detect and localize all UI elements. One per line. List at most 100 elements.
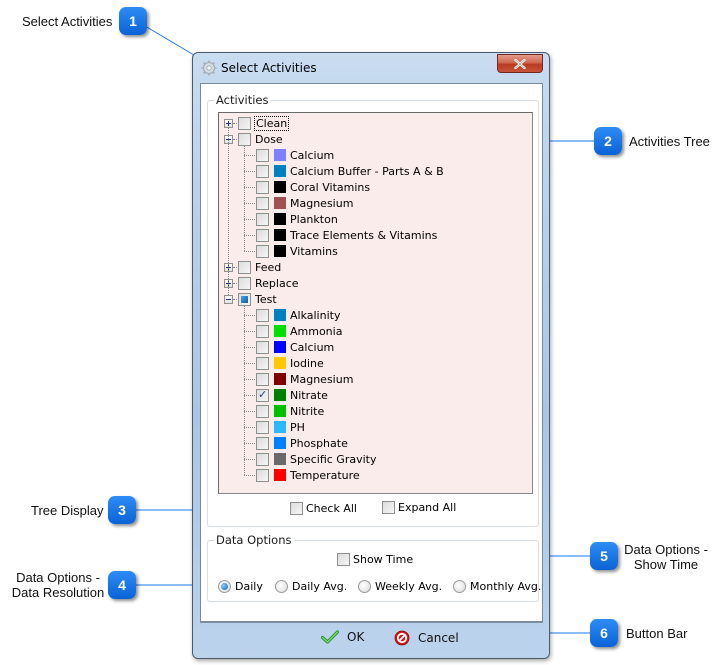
tree-connector bbox=[244, 442, 255, 444]
tree-leaf-checkbox[interactable] bbox=[256, 324, 269, 338]
tree-leaf-magnesium[interactable]: Magnesium bbox=[244, 195, 353, 211]
ok-button[interactable]: OK bbox=[321, 630, 364, 644]
tree-connector bbox=[228, 127, 229, 295]
tree-leaf-checkbox[interactable] bbox=[256, 420, 269, 434]
tree-leaf-checkbox[interactable] bbox=[256, 196, 269, 210]
tree-connector bbox=[244, 394, 255, 396]
close-button[interactable] bbox=[497, 54, 543, 73]
tree-leaf-checkbox[interactable] bbox=[256, 180, 269, 194]
radio-monthly-avg[interactable]: Monthly Avg. bbox=[453, 580, 541, 593]
tree-leaf-alkalinity[interactable]: Alkalinity bbox=[244, 307, 340, 323]
expand-all-checkbox[interactable]: Expand All bbox=[382, 501, 456, 514]
tree-leaf-plankton[interactable]: Plankton bbox=[244, 211, 338, 227]
radio-weekly-avg[interactable]: Weekly Avg. bbox=[358, 580, 442, 593]
activities-group-title: Activities bbox=[214, 93, 271, 107]
tree-leaf-checkbox[interactable] bbox=[256, 228, 269, 242]
tree-leaf-checkbox[interactable] bbox=[256, 372, 269, 386]
tree-node-test[interactable]: Test bbox=[224, 291, 277, 307]
tree-leaf-label: Calcium bbox=[290, 340, 335, 354]
tree-leaf-calcium[interactable]: Calcium bbox=[244, 339, 334, 355]
tree-connector bbox=[233, 122, 237, 124]
tree-connector bbox=[244, 426, 255, 428]
tree-node-checkbox[interactable] bbox=[238, 116, 251, 130]
tree-leaf-trace-elements-vitamins[interactable]: Trace Elements & Vitamins bbox=[244, 227, 437, 243]
tree-leaf-temperature[interactable]: Temperature bbox=[244, 467, 360, 483]
tree-node-replace[interactable]: Replace bbox=[224, 275, 299, 291]
tree-leaf-specific-gravity[interactable]: Specific Gravity bbox=[244, 451, 377, 467]
tree-leaf-phosphate[interactable]: Phosphate bbox=[244, 435, 348, 451]
title-bar[interactable]: Select Activities bbox=[193, 53, 549, 83]
show-time-box[interactable] bbox=[337, 553, 350, 566]
tree-connector bbox=[233, 282, 237, 284]
tree-leaf-calcium[interactable]: Calcium bbox=[244, 147, 334, 163]
select-activities-dialog: Select Activities Activities Clean Dose Ca… bbox=[192, 52, 550, 659]
radio-daily-avg-button[interactable] bbox=[275, 580, 288, 593]
tree-leaf-magnesium[interactable]: Magnesium bbox=[244, 371, 353, 387]
tree-node-feed[interactable]: Feed bbox=[224, 259, 281, 275]
tree-connector bbox=[244, 346, 255, 348]
checkmark-icon: ✓ bbox=[258, 387, 268, 401]
color-swatch bbox=[274, 245, 286, 257]
radio-weekly-avg-button[interactable] bbox=[358, 580, 371, 593]
tree-leaf-checkbox[interactable] bbox=[256, 148, 269, 162]
tree-leaf-coral-vitamins[interactable]: Coral Vitamins bbox=[244, 179, 370, 195]
tree-leaf-checkbox[interactable] bbox=[256, 436, 269, 450]
tree-leaf-nitrate[interactable]: ✓ Nitrate bbox=[244, 387, 328, 403]
tree-connector bbox=[244, 186, 255, 188]
leader-line-1 bbox=[139, 22, 200, 59]
radio-monthly-avg-button[interactable] bbox=[453, 580, 466, 593]
tree-leaf-vitamins[interactable]: Vitamins bbox=[244, 243, 338, 259]
callout-badge-6: 6 bbox=[590, 619, 618, 647]
tree-leaf-ammonia[interactable]: Ammonia bbox=[244, 323, 342, 339]
check-all-checkbox[interactable]: Check All bbox=[290, 502, 357, 515]
callout-label-6: Button Bar bbox=[626, 626, 688, 641]
tree-leaf-checkbox[interactable] bbox=[256, 244, 269, 258]
tree-leaf-checkbox[interactable] bbox=[256, 356, 269, 370]
radio-daily-avg[interactable]: Daily Avg. bbox=[275, 580, 347, 593]
color-swatch bbox=[274, 181, 286, 193]
tree-leaf-checkbox[interactable] bbox=[256, 212, 269, 226]
tree-leaf-label: Iodine bbox=[290, 356, 324, 370]
color-swatch bbox=[274, 389, 286, 401]
tree-leaf-checkbox[interactable] bbox=[256, 308, 269, 322]
show-time-checkbox[interactable]: Show Time bbox=[337, 553, 413, 566]
tree-leaf-calcium-buffer-parts-a-b[interactable]: Calcium Buffer - Parts A & B bbox=[244, 163, 444, 179]
callout-label-2: Activities Tree bbox=[629, 134, 710, 149]
tree-leaf-label: Calcium Buffer - Parts A & B bbox=[290, 164, 444, 178]
cancel-button[interactable]: Cancel bbox=[394, 630, 459, 646]
tree-node-dose[interactable]: Dose bbox=[224, 131, 283, 147]
collapse-icon[interactable] bbox=[224, 294, 233, 304]
tree-leaf-checkbox[interactable] bbox=[256, 340, 269, 354]
checkmark-icon bbox=[321, 630, 339, 644]
tree-leaf-checkbox[interactable] bbox=[256, 164, 269, 178]
tree-connector bbox=[244, 234, 255, 236]
data-options-group-title: Data Options bbox=[214, 533, 294, 547]
callout-label-5-line1: Data Options - bbox=[624, 542, 708, 557]
check-all-box[interactable] bbox=[290, 502, 303, 515]
tree-leaf-ph[interactable]: PH bbox=[244, 419, 305, 435]
tree-leaf-checkbox[interactable]: ✓ bbox=[256, 387, 269, 402]
tree-node-checkbox[interactable] bbox=[238, 292, 251, 306]
tree-leaf-checkbox[interactable] bbox=[256, 452, 269, 466]
tree-leaf-label: Coral Vitamins bbox=[290, 180, 371, 194]
tree-node-clean[interactable]: Clean bbox=[224, 115, 290, 131]
gear-icon bbox=[201, 60, 217, 76]
expand-all-box[interactable] bbox=[382, 501, 395, 514]
radio-daily[interactable]: Daily bbox=[218, 580, 263, 593]
callout-label-4-line2: Data Resolution bbox=[11, 585, 105, 600]
radio-daily-button[interactable] bbox=[218, 580, 231, 593]
color-swatch bbox=[274, 421, 286, 433]
tree-leaf-iodine[interactable]: Iodine bbox=[244, 355, 324, 371]
color-swatch bbox=[274, 357, 286, 369]
color-swatch bbox=[274, 469, 286, 481]
tree-node-checkbox[interactable] bbox=[238, 276, 251, 290]
color-swatch bbox=[274, 229, 286, 241]
dialog-client-area: Activities Clean Dose Calcium Calcium Buffe… bbox=[200, 83, 543, 622]
tree-node-checkbox[interactable] bbox=[238, 260, 251, 274]
tree-leaf-nitrite[interactable]: Nitrite bbox=[244, 403, 324, 419]
activities-tree[interactable]: Clean Dose Calcium Calcium Buffer - Parts A… bbox=[218, 112, 533, 494]
tree-leaf-checkbox[interactable] bbox=[256, 404, 269, 418]
tree-leaf-checkbox[interactable] bbox=[256, 468, 269, 482]
tree-node-label: Replace bbox=[255, 276, 299, 290]
tree-node-checkbox[interactable] bbox=[238, 132, 251, 146]
